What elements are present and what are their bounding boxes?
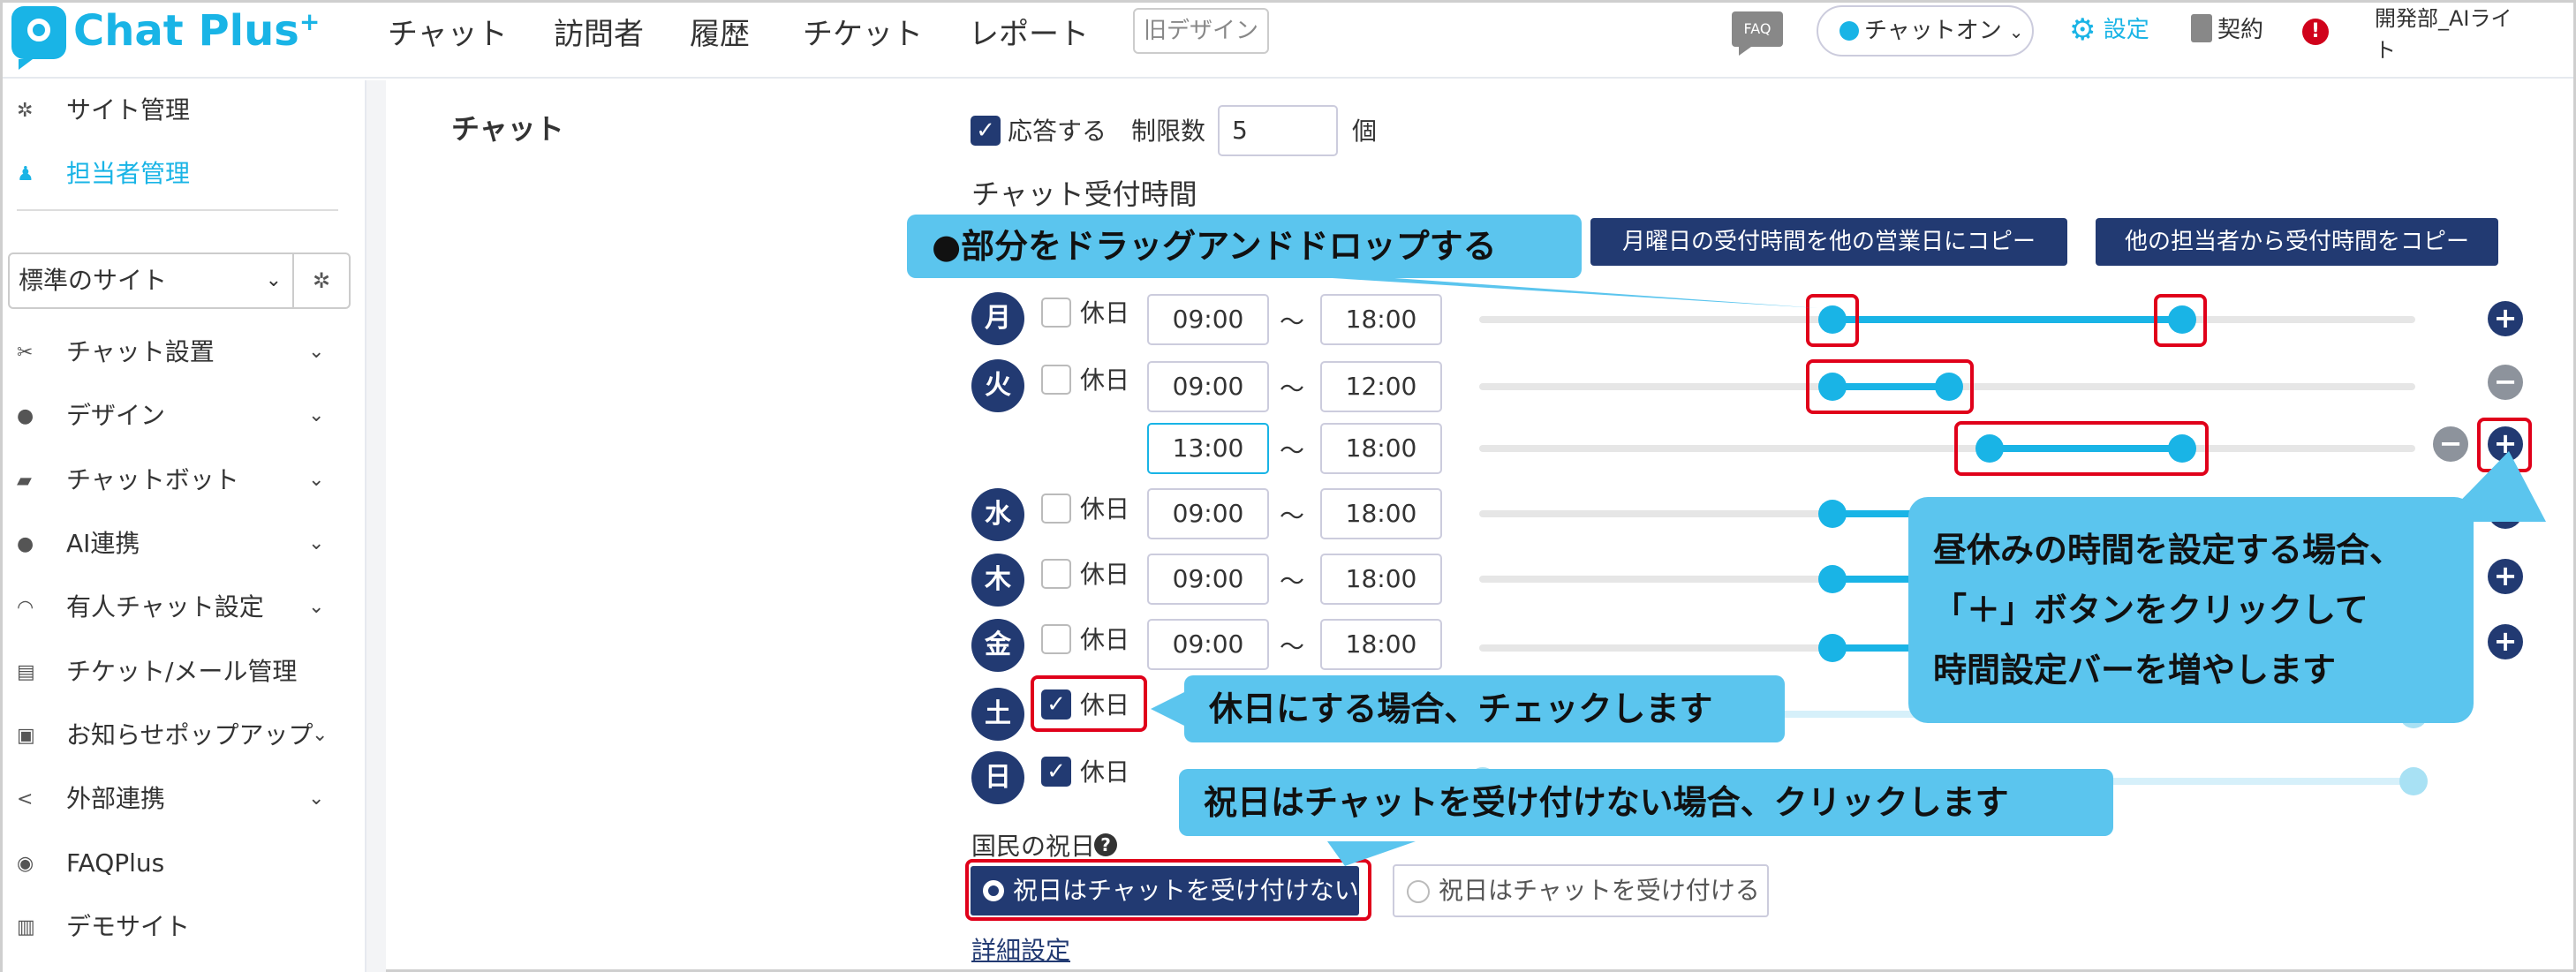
- national-holiday-callout: 祝日はチャットを受け付けない場合、クリックします: [1179, 769, 2113, 836]
- national-holiday-callout-pointer: [1327, 841, 1416, 866]
- lunch-callout: 昼休みの時間を設定する場合、 「＋」ボタンをクリックして 時間設定バーを増やしま…: [1908, 497, 2474, 723]
- holiday-callout-pointer: [1151, 691, 1186, 727]
- screenshot-frame: Chat Plus+ チャット 訪問者 履歴 チケット レポート 旧デザイン F…: [0, 0, 2576, 972]
- lunch-callout-line2: 「＋」ボタンをクリックして: [1933, 591, 2368, 629]
- drag-callout: ●部分をドラッグアンドドロップする: [907, 215, 1582, 278]
- drag-callout-pointer: [1274, 275, 1818, 308]
- lunch-callout-line1: 昼休みの時間を設定する場合、: [1933, 531, 2404, 569]
- holiday-check-callout: 休日にする場合、チェックします: [1184, 675, 1785, 742]
- lunch-callout-line3: 時間設定バーを増やします: [1933, 651, 2337, 689]
